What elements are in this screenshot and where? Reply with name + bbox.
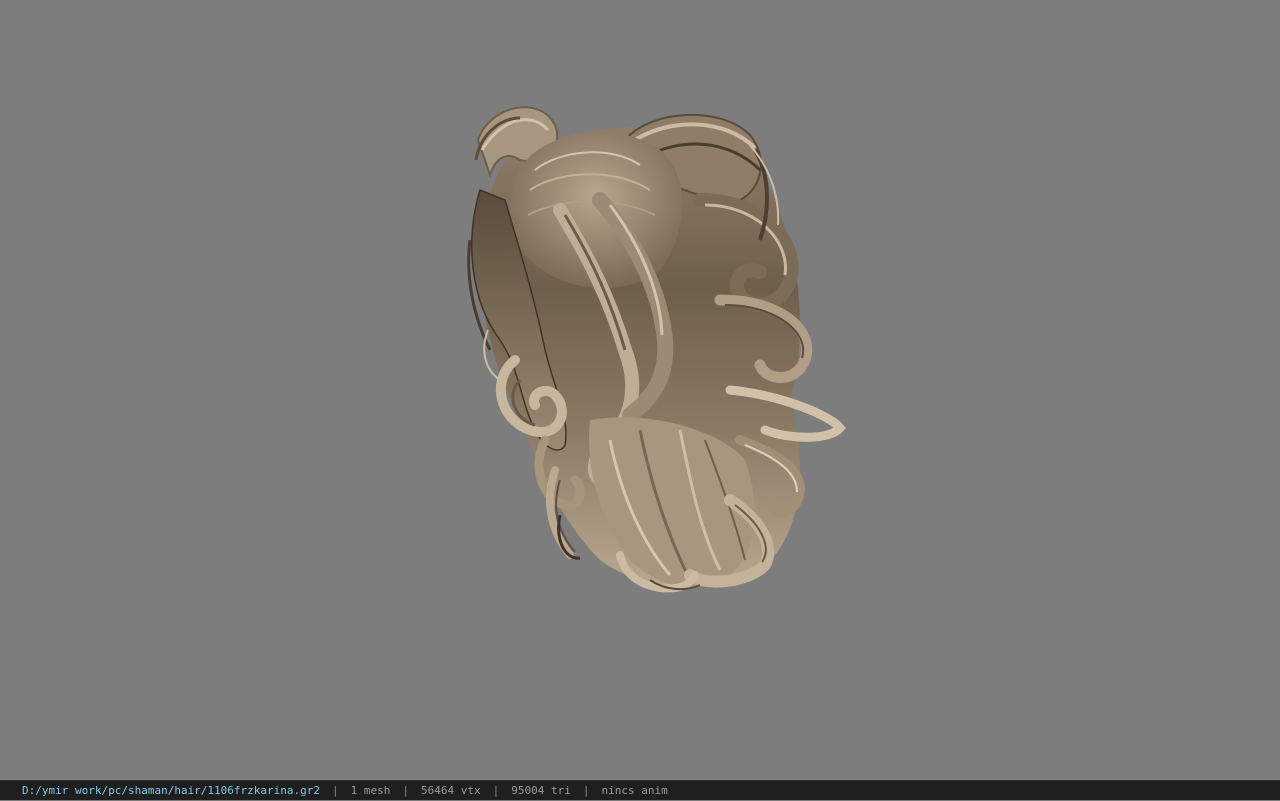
mesh-count: 1 mesh <box>350 783 391 797</box>
hair-model-render[interactable] <box>0 0 1280 780</box>
status-separator: | <box>582 783 590 797</box>
anim-status: nincs anim <box>601 783 668 797</box>
status-separator: | <box>402 783 410 797</box>
status-separator: | <box>332 783 339 797</box>
triangle-count: 95004 tri <box>511 783 571 797</box>
3d-viewport[interactable] <box>0 0 1280 780</box>
status-bar: D:/ymir work/pc/shaman/hair/1106frzkarin… <box>0 780 1280 800</box>
vertex-count: 56464 vtx <box>421 783 481 797</box>
file-path: D:/ymir work/pc/shaman/hair/1106frzkarin… <box>22 783 321 797</box>
status-separator: | <box>492 783 500 797</box>
